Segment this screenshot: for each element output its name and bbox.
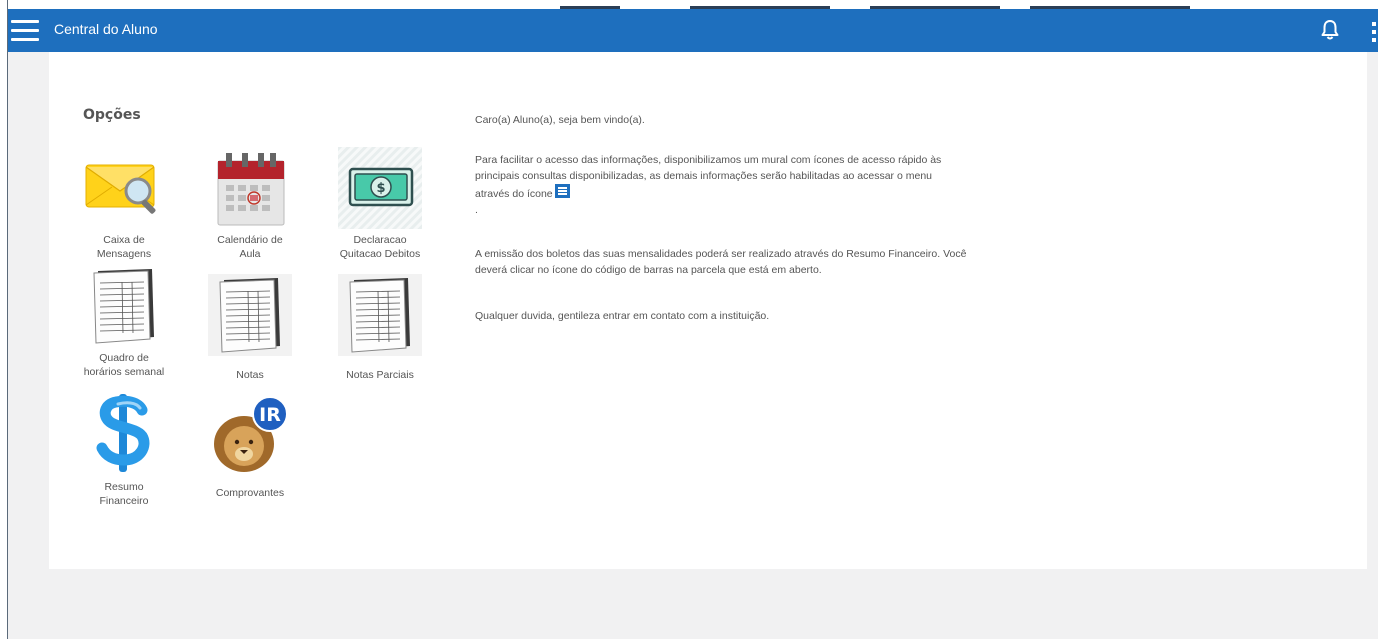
tile-label: Declaracao Quitacao Debitos bbox=[339, 234, 421, 260]
tile-label: Caixa de Mensagens bbox=[96, 234, 152, 260]
partial-grades-document-icon bbox=[338, 274, 422, 356]
tile-label: Notas Parciais bbox=[346, 369, 414, 381]
tile-label: Quadro de horários semanal bbox=[83, 352, 165, 378]
more-vertical-icon[interactable] bbox=[1368, 20, 1378, 44]
tile-notas[interactable]: Notas bbox=[195, 274, 305, 382]
calendar-icon bbox=[208, 147, 292, 229]
tile-label: Resumo Financeiro bbox=[99, 481, 149, 507]
tile-label: Comprovantes bbox=[215, 487, 285, 499]
bell-icon[interactable] bbox=[1320, 18, 1340, 42]
tile-declaracao-quitacao-debitos[interactable]: $ Declaracao Quitacao Debitos bbox=[325, 147, 435, 261]
tile-comprovantes[interactable]: IR Comprovantes bbox=[195, 392, 305, 500]
tile-notas-parciais[interactable]: Notas Parciais bbox=[325, 274, 435, 382]
welcome-info: Caro(a) Aluno(a), seja bem vindo(a). Par… bbox=[475, 112, 975, 324]
svg-text:$: $ bbox=[376, 181, 385, 196]
boletos-text: A emissão dos boletos das suas mensalida… bbox=[475, 248, 967, 276]
intro-text: Para facilitar o acesso das informações,… bbox=[475, 152, 967, 202]
grades-document-icon bbox=[208, 274, 292, 356]
dot-text: . bbox=[475, 204, 478, 216]
tile-calendario-de-aula[interactable]: Calendário de Aula bbox=[195, 147, 305, 261]
intro-text-body: Para facilitar o acesso das informações,… bbox=[475, 154, 942, 200]
tile-caixa-de-mensagens[interactable]: Caixa de Mensagens bbox=[69, 147, 179, 261]
options-title: Opções bbox=[83, 107, 141, 123]
svg-text:IR: IR bbox=[259, 404, 281, 426]
timetable-document-icon bbox=[82, 265, 166, 347]
app-header: Central do Aluno bbox=[0, 9, 1378, 52]
main-card: Opções Caixa de Mensagens Calendário de … bbox=[49, 52, 1367, 569]
lion-ir-icon: IR bbox=[208, 392, 292, 474]
list-menu-icon bbox=[554, 184, 570, 198]
dollar-sign-icon bbox=[82, 392, 166, 474]
tile-quadro-de-horarios-semanal[interactable]: Quadro de horários semanal bbox=[69, 265, 179, 379]
window-top-strip bbox=[0, 0, 1378, 9]
contato-text: Qualquer duvida, gentileza entrar em con… bbox=[475, 310, 770, 322]
tile-label: Notas bbox=[236, 369, 264, 381]
envelope-search-icon bbox=[82, 147, 166, 229]
left-window-edge bbox=[0, 0, 8, 639]
tile-resumo-financeiro[interactable]: Resumo Financeiro bbox=[69, 392, 179, 508]
greeting-text: Caro(a) Aluno(a), seja bem vindo(a). bbox=[475, 114, 645, 126]
tile-label: Calendário de Aula bbox=[217, 234, 283, 260]
money-bill-icon: $ bbox=[338, 147, 422, 229]
app-title: Central do Aluno bbox=[54, 21, 158, 37]
hamburger-menu-icon[interactable] bbox=[11, 20, 39, 42]
